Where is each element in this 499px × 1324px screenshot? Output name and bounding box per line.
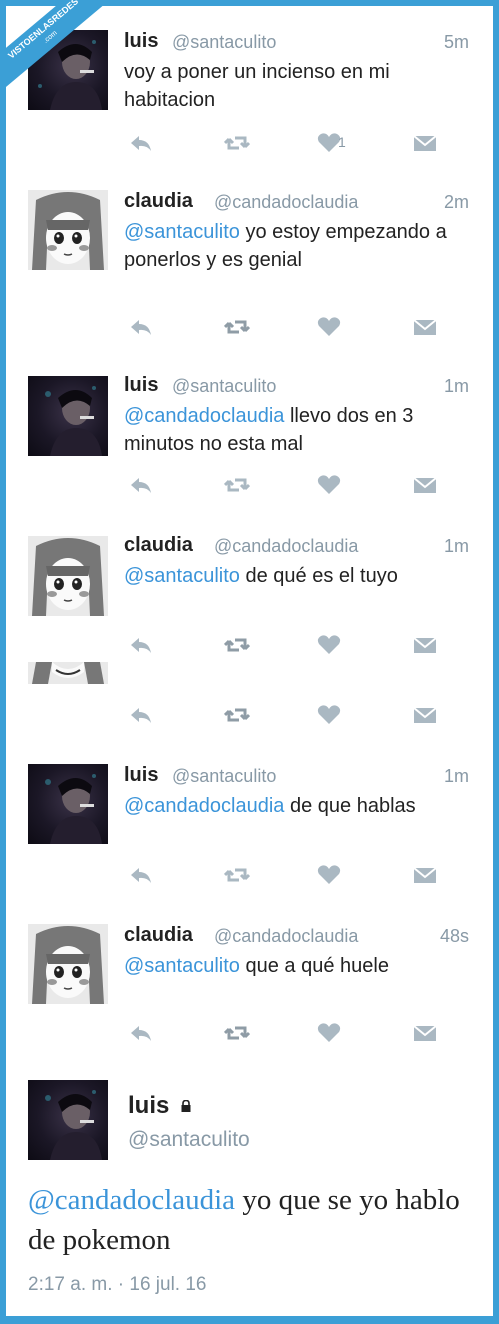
avatar-claudia-image xyxy=(28,190,108,270)
tweet-item[interactable]: luis @santaculito 1m @candadoclaudia lle… xyxy=(6,354,487,515)
tweet-text: @santaculito de qué es el tuyo xyxy=(124,562,474,590)
tweet-author-name[interactable]: luis xyxy=(124,764,158,787)
tweet-author-handle[interactable]: @santaculito xyxy=(172,32,276,53)
main-tweet-author-name[interactable]: luis xyxy=(128,1092,169,1120)
like-icon[interactable] xyxy=(316,704,342,726)
like-icon[interactable]: 1 xyxy=(316,132,346,154)
tweet-author-handle[interactable]: @candadoclaudia xyxy=(214,192,358,213)
reply-icon[interactable] xyxy=(128,316,154,338)
avatar-claudia-image-cropped xyxy=(28,662,108,684)
tweet-text: @santaculito yo estoy empezando a ponerl… xyxy=(124,218,474,274)
avatar[interactable] xyxy=(28,536,108,616)
tweet-time[interactable]: 5m xyxy=(444,32,469,53)
tweet-body: que a qué huele xyxy=(239,955,389,977)
dm-icon[interactable] xyxy=(412,1022,438,1044)
dm-icon[interactable] xyxy=(412,634,438,656)
reply-icon[interactable] xyxy=(128,1022,154,1044)
tweet-item[interactable]: luis @santaculito 1m @candadoclaudia de … xyxy=(6,744,487,905)
like-icon[interactable] xyxy=(316,634,342,656)
tweet-author-handle[interactable]: @candadoclaudia xyxy=(214,536,358,557)
retweet-icon[interactable] xyxy=(223,634,251,656)
main-tweet-mention[interactable]: @candadoclaudia xyxy=(28,1184,235,1216)
avatar-claudia-image xyxy=(28,536,108,616)
tweet-text: @candadoclaudia llevo dos en 3 minutos n… xyxy=(124,402,474,458)
tweet-time[interactable]: 48s xyxy=(440,926,469,947)
tweet-body: de qué es el tuyo xyxy=(239,565,398,587)
tweet-author-name[interactable]: claudia xyxy=(124,924,193,947)
tweet-mention[interactable]: @santaculito xyxy=(124,565,240,587)
avatar[interactable] xyxy=(28,924,108,1004)
like-icon[interactable] xyxy=(316,864,342,886)
tweet-item[interactable]: claudia @candadoclaudia 1m @santaculito … xyxy=(6,514,487,662)
main-tweet-timestamp[interactable]: 2:17 a. m. · 16 jul. 16 xyxy=(28,1274,207,1296)
main-tweet-text: @candadoclaudia yo que se yo hablo de po… xyxy=(28,1180,478,1260)
avatar-claudia-image xyxy=(28,924,108,1004)
tweet-time[interactable]: 1m xyxy=(444,536,469,557)
tweet-mention[interactable]: @candadoclaudia xyxy=(124,795,284,817)
retweet-icon[interactable] xyxy=(223,864,251,886)
retweet-icon[interactable] xyxy=(223,474,251,496)
reply-icon[interactable] xyxy=(128,634,154,656)
dm-icon[interactable] xyxy=(412,474,438,496)
tweet-item-cropped[interactable] xyxy=(6,662,487,745)
like-count: 1 xyxy=(338,134,346,150)
dm-icon[interactable] xyxy=(412,132,438,154)
tweet-body: de que hablas xyxy=(284,795,416,817)
tweet-mention[interactable]: @candadoclaudia xyxy=(124,405,284,427)
retweet-icon[interactable] xyxy=(223,704,251,726)
tweet-item[interactable]: claudia @candadoclaudia 2m @santaculito … xyxy=(6,168,487,355)
reply-icon[interactable] xyxy=(128,704,154,726)
like-icon[interactable] xyxy=(316,474,342,496)
tweet-text: @santaculito que a qué huele xyxy=(124,952,474,980)
tweet-mention[interactable]: @santaculito xyxy=(124,955,240,977)
avatar-luis-image xyxy=(45,386,102,456)
retweet-icon[interactable] xyxy=(223,132,251,154)
dm-icon[interactable] xyxy=(412,864,438,886)
tweet-author-name[interactable]: claudia xyxy=(124,190,193,213)
tweet-body: voy a poner un incienso en mi habitacion xyxy=(124,61,390,111)
avatar[interactable] xyxy=(28,764,108,844)
avatar-luis-image xyxy=(45,774,102,844)
tweet-actions xyxy=(124,704,437,728)
reply-icon[interactable] xyxy=(128,864,154,886)
tweet-author-name[interactable]: claudia xyxy=(124,534,193,557)
tweet-item[interactable]: claudia @candadoclaudia 48s @santaculito… xyxy=(6,904,487,1063)
like-icon[interactable] xyxy=(316,316,342,338)
retweet-icon[interactable] xyxy=(223,1022,251,1044)
tweet-time[interactable]: 2m xyxy=(444,192,469,213)
tweet-time[interactable]: 1m xyxy=(444,766,469,787)
lock-icon xyxy=(181,1100,191,1112)
reply-icon[interactable] xyxy=(128,474,154,496)
avatar[interactable] xyxy=(28,190,108,270)
tweet-author-name[interactable]: luis xyxy=(124,374,158,397)
tweet-author-name[interactable]: luis xyxy=(124,30,158,53)
tweet-text: @candadoclaudia de que hablas xyxy=(124,792,474,820)
tweet-author-handle[interactable]: @santaculito xyxy=(172,766,276,787)
tweet-author-handle[interactable]: @candadoclaudia xyxy=(214,926,358,947)
dm-icon[interactable] xyxy=(412,316,438,338)
tweet-text: voy a poner un incienso en mi habitacion xyxy=(124,58,474,114)
tweet-actions: 1 xyxy=(124,132,437,156)
tweet-actions xyxy=(124,316,437,340)
tweet-actions xyxy=(124,474,437,498)
avatar[interactable] xyxy=(28,1080,108,1160)
tweet-mention[interactable]: @santaculito xyxy=(124,221,240,243)
tweet-actions xyxy=(124,864,437,888)
tweet-actions xyxy=(124,634,437,658)
dm-icon[interactable] xyxy=(412,704,438,726)
main-tweet: luis @santaculito @candadoclaudia yo que… xyxy=(6,1062,487,1316)
main-tweet-author-handle[interactable]: @santaculito xyxy=(128,1128,250,1152)
avatar[interactable] xyxy=(28,662,108,684)
avatar-luis-image xyxy=(45,1090,102,1160)
tweet-item[interactable]: luis @santaculito 5m voy a poner un inci… xyxy=(6,8,487,169)
like-icon[interactable] xyxy=(316,1022,342,1044)
tweet-actions xyxy=(124,1022,437,1046)
tweet-time[interactable]: 1m xyxy=(444,376,469,397)
avatar[interactable] xyxy=(28,376,108,456)
reply-icon[interactable] xyxy=(128,132,154,154)
retweet-icon[interactable] xyxy=(223,316,251,338)
tweet-author-handle[interactable]: @santaculito xyxy=(172,376,276,397)
